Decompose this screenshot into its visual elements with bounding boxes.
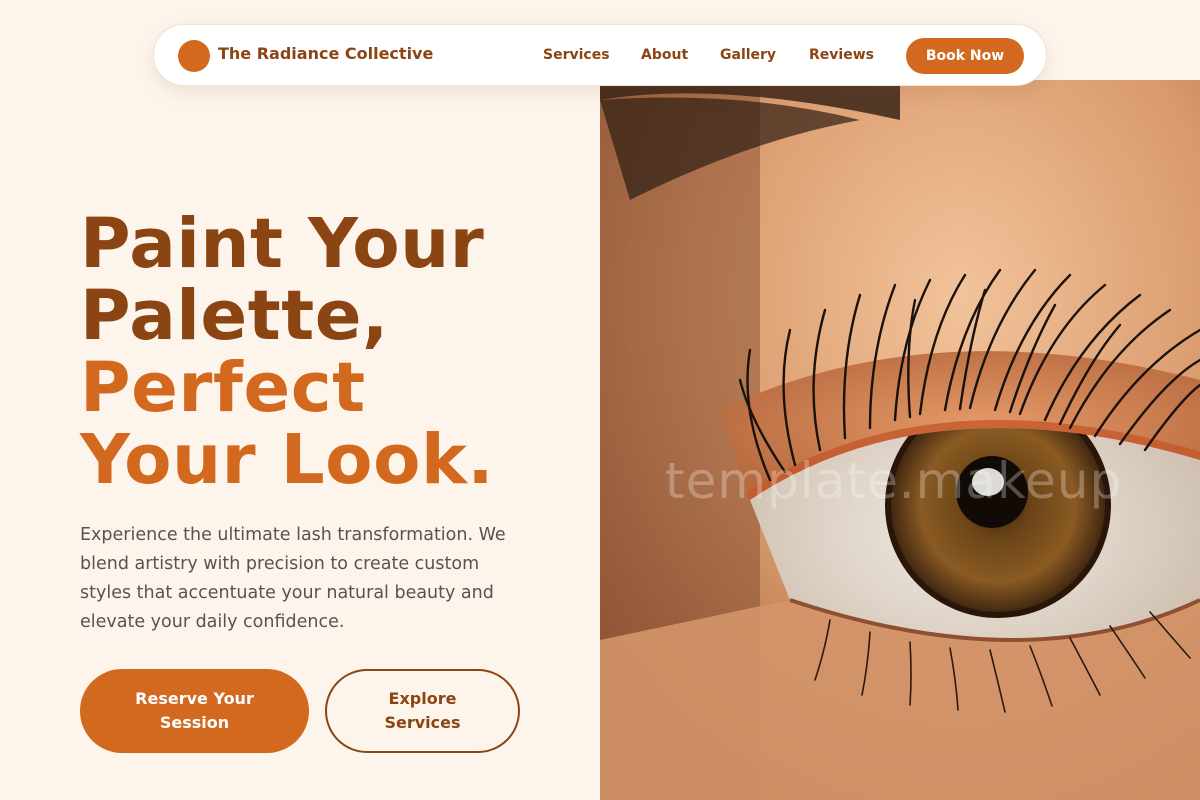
nav-link-gallery[interactable]: Gallery: [720, 47, 776, 63]
hero-description: Experience the ultimate lash transformat…: [80, 525, 506, 632]
headline-line-accent: Perfect: [80, 348, 366, 428]
brand-name[interactable]: The Radiance Collective: [218, 44, 433, 63]
hero-eye-image: [600, 80, 1200, 800]
reserve-session-button[interactable]: Reserve Your Session: [80, 669, 309, 753]
nav-link-reviews[interactable]: Reviews: [809, 47, 874, 63]
nav-link-services[interactable]: Services: [543, 47, 610, 63]
headline-line: Paint Your: [80, 204, 485, 284]
brand-logo-icon[interactable]: [178, 40, 210, 72]
book-now-button[interactable]: Book Now: [906, 38, 1024, 74]
nav-link-about[interactable]: About: [641, 47, 688, 63]
headline-line-accent: Your Look.: [80, 420, 495, 500]
hero-headline: Paint Your Palette, Perfect Your Look.: [80, 208, 494, 496]
headline-line: Palette,: [80, 276, 389, 356]
explore-services-button[interactable]: Explore Services: [325, 669, 520, 753]
navbar: The Radiance Collective Services About G…: [153, 24, 1047, 86]
